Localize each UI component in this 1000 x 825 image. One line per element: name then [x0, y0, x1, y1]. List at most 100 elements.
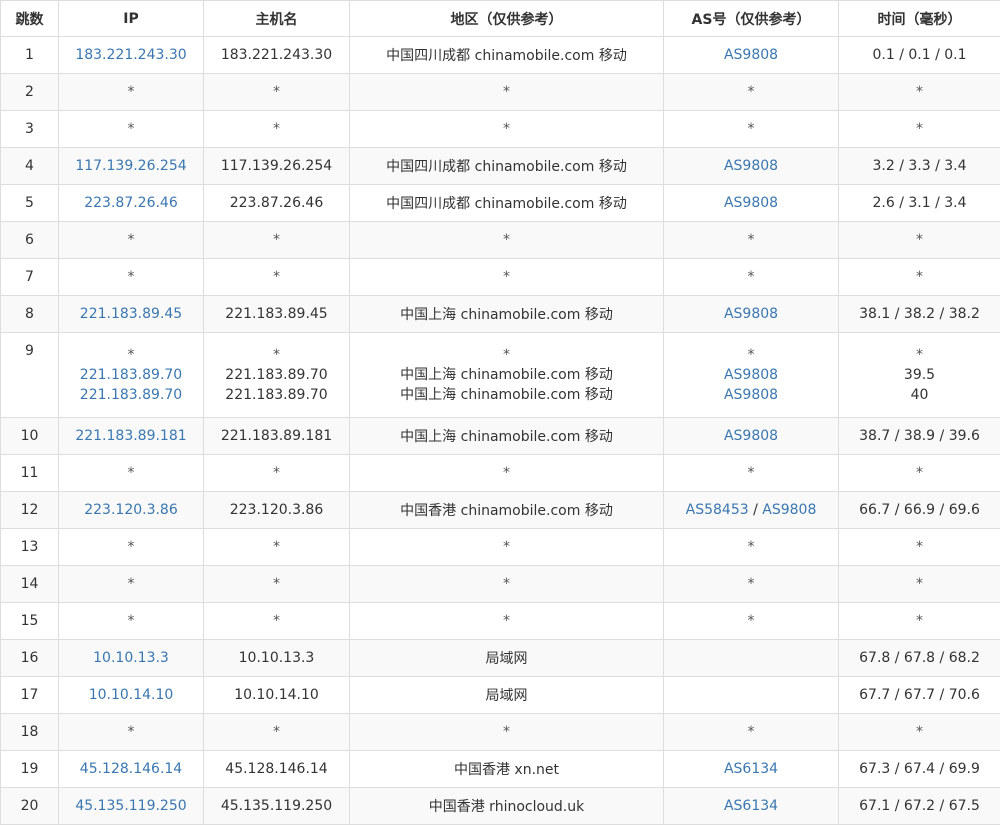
hop-cell: 2 — [1, 74, 59, 111]
ip-link[interactable]: 45.135.119.250 — [75, 798, 186, 814]
region-text: * — [503, 465, 510, 481]
ip-cell: * — [59, 529, 204, 566]
time-text: 39.5 — [843, 365, 996, 385]
hostname-cell: 45.128.146.14 — [204, 751, 350, 788]
hostname-text: 221.183.89.181 — [221, 428, 332, 444]
hostname-cell: * — [204, 259, 350, 296]
time-cell: * — [839, 111, 1000, 148]
as-cell: * AS9808 AS9808 — [664, 333, 839, 418]
hostname-text: 223.120.3.86 — [230, 502, 324, 518]
time-text: 38.1 / 38.2 / 38.2 — [859, 306, 980, 322]
hop-cell: 12 — [1, 492, 59, 529]
region-cell: * — [350, 455, 664, 492]
ip-cell: 45.128.146.14 — [59, 751, 204, 788]
as-link[interactable]: AS9808 — [724, 195, 778, 211]
as-cell: * — [664, 529, 839, 566]
ip-link[interactable]: 223.120.3.86 — [84, 502, 178, 518]
as-entry: * — [748, 613, 755, 629]
as-link[interactable]: AS9808 — [724, 428, 778, 444]
ip-link[interactable]: 221.183.89.70 — [63, 385, 199, 405]
as-cell: * — [664, 566, 839, 603]
hostname-text: * — [273, 613, 280, 629]
as-cell: * — [664, 455, 839, 492]
ip-cell: * — [59, 111, 204, 148]
as-link[interactable]: AS9808 — [724, 387, 778, 403]
region-text: 中国四川成都 chinamobile.com 移动 — [386, 159, 627, 175]
hop-cell: 6 — [1, 222, 59, 259]
hostname-cell: * — [204, 222, 350, 259]
hop-cell: 1 — [1, 37, 59, 74]
region-cell: * — [350, 222, 664, 259]
hostname-cell: * — [204, 603, 350, 640]
as-unknown: * — [748, 121, 755, 137]
as-entry: * — [668, 345, 834, 365]
region-cell: * — [350, 603, 664, 640]
time-text: * — [916, 232, 923, 248]
time-cell: * — [839, 714, 1000, 751]
hostname-cell: 221.183.89.45 — [204, 296, 350, 333]
as-entry: * — [748, 724, 755, 740]
time-text: 3.2 / 3.3 / 3.4 — [872, 158, 966, 174]
ip-cell: * — [59, 566, 204, 603]
ip-link[interactable]: 223.87.26.46 — [84, 195, 178, 211]
hostname-text: 10.10.14.10 — [234, 687, 319, 703]
as-link[interactable]: AS58453 — [686, 502, 749, 518]
ip-link[interactable]: 117.139.26.254 — [75, 158, 186, 174]
ip-link[interactable]: 45.128.146.14 — [80, 761, 182, 777]
header-hop: 跳数 — [1, 1, 59, 37]
as-entry: AS9808 — [724, 158, 778, 174]
time-text: * — [916, 84, 923, 100]
time-cell: 67.7 / 67.7 / 70.6 — [839, 677, 1000, 714]
as-link[interactable]: AS9808 — [724, 306, 778, 322]
as-separator: / — [749, 502, 763, 518]
as-link[interactable]: AS9808 — [724, 47, 778, 63]
hostname-text: * — [273, 724, 280, 740]
time-text: 38.7 / 38.9 / 39.6 — [859, 428, 980, 444]
as-link[interactable]: AS6134 — [724, 798, 778, 814]
ip-link[interactable]: 183.221.243.30 — [75, 47, 186, 63]
as-entry: * — [748, 232, 755, 248]
hop-cell: 11 — [1, 455, 59, 492]
time-cell: * — [839, 529, 1000, 566]
as-cell — [664, 640, 839, 677]
table-body: 1 183.221.243.30 183.221.243.30 中国四川成都 chin… — [1, 37, 1000, 825]
hostname-cell: *221.183.89.70221.183.89.70 — [204, 333, 350, 418]
as-link[interactable]: AS6134 — [724, 761, 778, 777]
hostname-cell: 45.135.119.250 — [204, 788, 350, 825]
ip-cell: * — [59, 259, 204, 296]
as-unknown: * — [748, 576, 755, 592]
hop-cell: 7 — [1, 259, 59, 296]
table-row: 5223.87.26.46223.87.26.46中国四川成都 chinamob… — [1, 185, 1000, 222]
ip-link[interactable]: 10.10.13.3 — [93, 650, 169, 666]
as-entry: AS9808 — [724, 195, 778, 211]
region-cell: * — [350, 714, 664, 751]
hop-cell: 3 — [1, 111, 59, 148]
hostname-text: * — [273, 232, 280, 248]
as-entry: AS9808 — [668, 385, 834, 405]
as-cell: AS9808 — [664, 296, 839, 333]
region-cell: 中国香港 chinamobile.com 移动 — [350, 492, 664, 529]
ip-cell: 45.135.119.250 — [59, 788, 204, 825]
as-link[interactable]: AS9808 — [762, 502, 816, 518]
region-cell: 中国香港 xn.net — [350, 751, 664, 788]
header-ip: IP — [59, 1, 204, 37]
hostname-text: * — [273, 576, 280, 592]
as-link[interactable]: AS9808 — [724, 158, 778, 174]
time-text: * — [916, 539, 923, 555]
region-text: * — [503, 269, 510, 285]
ip-unknown: * — [128, 465, 135, 481]
region-cell: *中国上海 chinamobile.com 移动中国上海 chinamobile… — [350, 333, 664, 418]
time-text: * — [916, 121, 923, 137]
as-cell: AS9808 — [664, 148, 839, 185]
ip-link[interactable]: 10.10.14.10 — [89, 687, 174, 703]
table-row: 14***** — [1, 566, 1000, 603]
hostname-text: 183.221.243.30 — [221, 47, 332, 63]
ip-link[interactable]: 221.183.89.70 — [63, 365, 199, 385]
time-cell: * — [839, 603, 1000, 640]
as-entry: AS58453 / AS9808 — [686, 502, 817, 518]
as-link[interactable]: AS9808 — [724, 367, 778, 383]
ip-link[interactable]: 221.183.89.45 — [80, 306, 182, 322]
time-text: 0.1 / 0.1 / 0.1 — [872, 47, 966, 63]
time-cell: * — [839, 455, 1000, 492]
ip-link[interactable]: 221.183.89.181 — [75, 428, 186, 444]
